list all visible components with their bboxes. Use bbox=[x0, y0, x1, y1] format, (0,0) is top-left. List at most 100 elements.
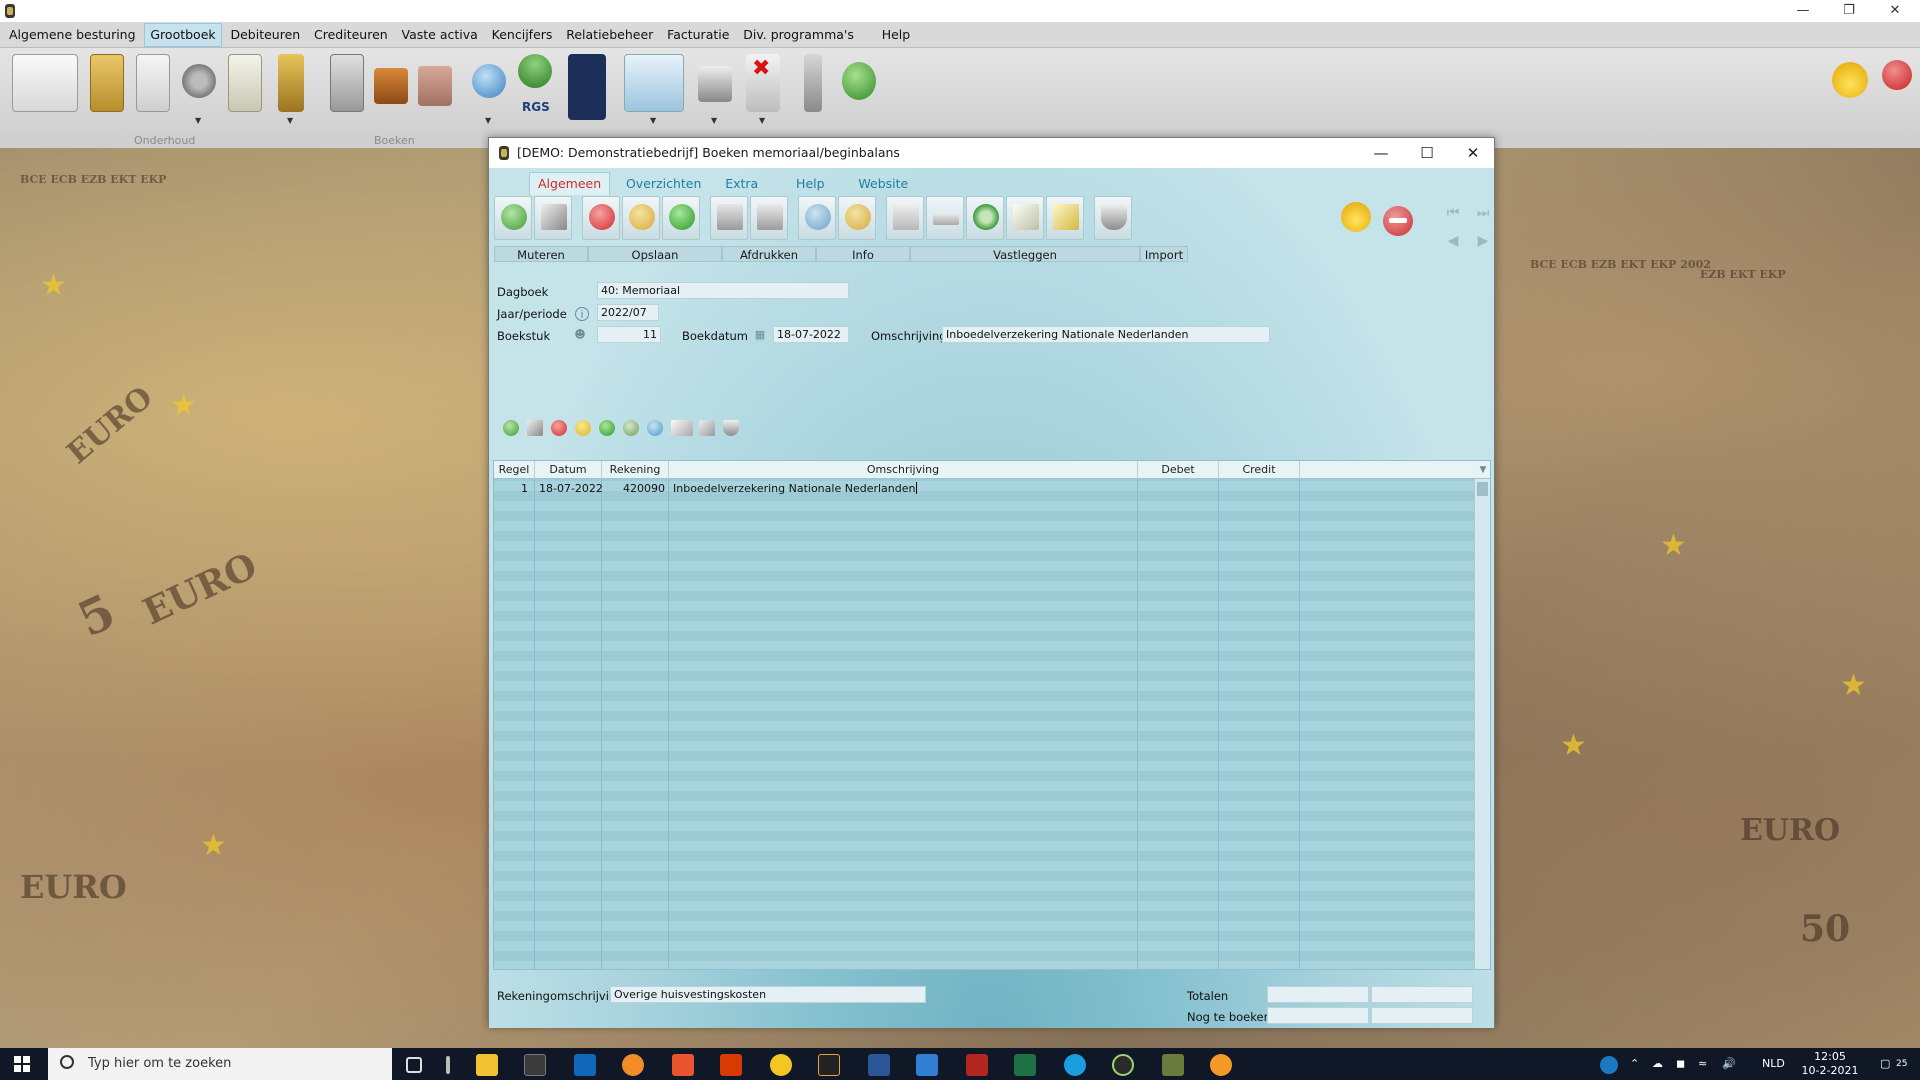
office-icon[interactable] bbox=[720, 1054, 742, 1076]
help-me-button[interactable] bbox=[1830, 54, 1874, 124]
column-settings-icon[interactable]: ▼ bbox=[1476, 461, 1490, 479]
menu-grootboek[interactable]: Grootboek bbox=[144, 23, 222, 47]
archive-button[interactable] bbox=[328, 54, 366, 124]
tab-extra[interactable]: Extra bbox=[717, 173, 766, 195]
dialog-help-me-button[interactable] bbox=[1337, 198, 1375, 242]
copy-button[interactable] bbox=[886, 196, 924, 240]
book-button[interactable] bbox=[226, 54, 264, 124]
col-datum[interactable]: Datum bbox=[535, 461, 602, 479]
tab-overzichten[interactable]: Overzichten bbox=[618, 173, 709, 195]
app-close-button[interactable]: ✕ bbox=[1872, 0, 1918, 22]
confirm-button[interactable] bbox=[662, 196, 700, 240]
wifi-icon[interactable]: ≈ bbox=[1698, 1048, 1707, 1080]
pen-ruler-icon[interactable] bbox=[527, 420, 543, 436]
book-pen-icon[interactable] bbox=[671, 420, 693, 436]
copy-line-icon[interactable] bbox=[623, 420, 639, 436]
weights-button[interactable]: ▼ bbox=[272, 54, 310, 125]
briefcase-button[interactable] bbox=[372, 54, 410, 124]
info-detail-button[interactable] bbox=[838, 196, 876, 240]
funnel-icon[interactable] bbox=[723, 420, 739, 436]
register-icon[interactable] bbox=[699, 420, 715, 436]
print-dialog-button[interactable] bbox=[710, 196, 748, 240]
windows-start-icon[interactable] bbox=[14, 1056, 30, 1072]
next-record-icon[interactable]: ▶ bbox=[1472, 230, 1494, 252]
col-regel[interactable]: Regel bbox=[494, 461, 535, 479]
menu-kencijfers[interactable]: Kencijfers bbox=[487, 22, 558, 48]
plus-icon[interactable] bbox=[503, 420, 519, 436]
person-icon[interactable]: ☻ bbox=[573, 328, 587, 342]
accounting-app-icon[interactable] bbox=[1162, 1054, 1184, 1076]
settings-button[interactable]: ▼ bbox=[180, 54, 218, 125]
app-stop-button[interactable] bbox=[1880, 54, 1916, 124]
info-dialog-button[interactable] bbox=[798, 196, 836, 240]
help-tray-icon[interactable] bbox=[1600, 1056, 1618, 1074]
menu-relatiebeheer[interactable]: Relatiebeheer bbox=[561, 22, 658, 48]
info-button[interactable]: ▼ bbox=[470, 54, 508, 125]
menu-facturatie[interactable]: Facturatie bbox=[662, 22, 734, 48]
import-button[interactable]: ▼ bbox=[622, 54, 686, 125]
word-icon[interactable] bbox=[868, 1054, 890, 1076]
tab-help[interactable]: Help bbox=[788, 173, 833, 195]
save-draft-button[interactable] bbox=[622, 196, 660, 240]
edge-icon[interactable] bbox=[1064, 1054, 1086, 1076]
chevron-up-icon[interactable]: ⌃ bbox=[1630, 1048, 1639, 1080]
first-record-icon[interactable]: ⏮ bbox=[1442, 202, 1464, 224]
app-orange-icon[interactable] bbox=[622, 1054, 644, 1076]
col-debet[interactable]: Debet bbox=[1138, 461, 1219, 479]
delete-layout-button[interactable]: ✖ ▼ bbox=[744, 54, 782, 125]
menu-algemene-besturing[interactable]: Algemene besturing bbox=[4, 22, 141, 48]
menu-vaste-activa[interactable]: Vaste activa bbox=[397, 22, 483, 48]
col-omschrijving[interactable]: Omschrijving bbox=[669, 461, 1138, 479]
rgs-button[interactable]: RGS bbox=[516, 54, 554, 124]
filezilla-icon[interactable] bbox=[966, 1054, 988, 1076]
app-restore-button[interactable]: ❐ bbox=[1826, 0, 1872, 22]
cancel-button[interactable] bbox=[582, 196, 620, 240]
col-rekening[interactable]: Rekening bbox=[602, 461, 669, 479]
edit-button[interactable] bbox=[534, 196, 572, 240]
dagboek-field[interactable]: 40: Memoriaal bbox=[597, 282, 849, 299]
camera-icon[interactable] bbox=[916, 1054, 938, 1076]
boekstuk-field[interactable]: 11 bbox=[597, 326, 661, 343]
check-icon[interactable] bbox=[599, 420, 615, 436]
menu-div-programmas[interactable]: Div. programma's bbox=[738, 22, 859, 48]
tab-website[interactable]: Website bbox=[850, 173, 916, 195]
omschrijving-field[interactable]: Inboedelverzekering Nationale Nederlande… bbox=[942, 326, 1270, 343]
network-icon[interactable]: ◼ bbox=[1676, 1048, 1685, 1080]
refresh-button[interactable] bbox=[966, 196, 1004, 240]
key-button[interactable] bbox=[794, 54, 832, 124]
chrome-icon[interactable] bbox=[770, 1054, 792, 1076]
tools-button[interactable] bbox=[840, 54, 878, 124]
journal-button[interactable] bbox=[134, 54, 172, 124]
tab-algemeen[interactable]: Algemeen bbox=[529, 172, 611, 195]
language-indicator[interactable]: NLD bbox=[1762, 1048, 1785, 1080]
app-circle-icon[interactable] bbox=[1112, 1054, 1134, 1076]
jaar-periode-field[interactable]: 2022/07 bbox=[597, 304, 659, 321]
register-button[interactable] bbox=[1046, 196, 1084, 240]
excel-icon[interactable] bbox=[1014, 1054, 1036, 1076]
menu-help[interactable]: Help bbox=[877, 22, 916, 48]
app-minimize-button[interactable]: — bbox=[1780, 0, 1826, 22]
cell-omschrijving[interactable]: Inboedelverzekering Nationale Nederlande… bbox=[673, 482, 918, 496]
col-credit[interactable]: Credit bbox=[1219, 461, 1300, 479]
dialog-minimize-button[interactable]: — bbox=[1358, 138, 1404, 168]
clock[interactable]: 12:05 10-2-2021 bbox=[1800, 1050, 1860, 1078]
calendar-icon[interactable]: ▦ bbox=[753, 328, 767, 342]
prev-record-icon[interactable]: ◀ bbox=[1442, 230, 1464, 252]
boekdatum-field[interactable]: 18-07-2022 bbox=[773, 326, 849, 343]
last-record-icon[interactable]: ⏭ bbox=[1472, 202, 1494, 224]
app-z-icon[interactable] bbox=[818, 1054, 840, 1076]
print-button[interactable]: ▼ bbox=[696, 54, 734, 125]
documents-button[interactable] bbox=[416, 54, 454, 124]
dialog-close-button[interactable]: ✕ bbox=[1450, 138, 1496, 168]
file-explorer-icon[interactable] bbox=[476, 1054, 498, 1076]
menu-debiteuren[interactable]: Debiteuren bbox=[225, 22, 305, 48]
comment-icon[interactable] bbox=[647, 420, 663, 436]
cell-datum[interactable]: 18-07-2022 bbox=[539, 482, 603, 496]
add-button[interactable] bbox=[494, 196, 532, 240]
notifications-icon[interactable]: ▢ bbox=[1880, 1048, 1890, 1080]
volume-icon[interactable]: 🔊 bbox=[1722, 1048, 1736, 1080]
belastingdienst-button[interactable] bbox=[568, 54, 608, 124]
stack-button[interactable] bbox=[926, 196, 964, 240]
app-red-icon[interactable] bbox=[672, 1054, 694, 1076]
save-draft-icon[interactable] bbox=[575, 420, 591, 436]
